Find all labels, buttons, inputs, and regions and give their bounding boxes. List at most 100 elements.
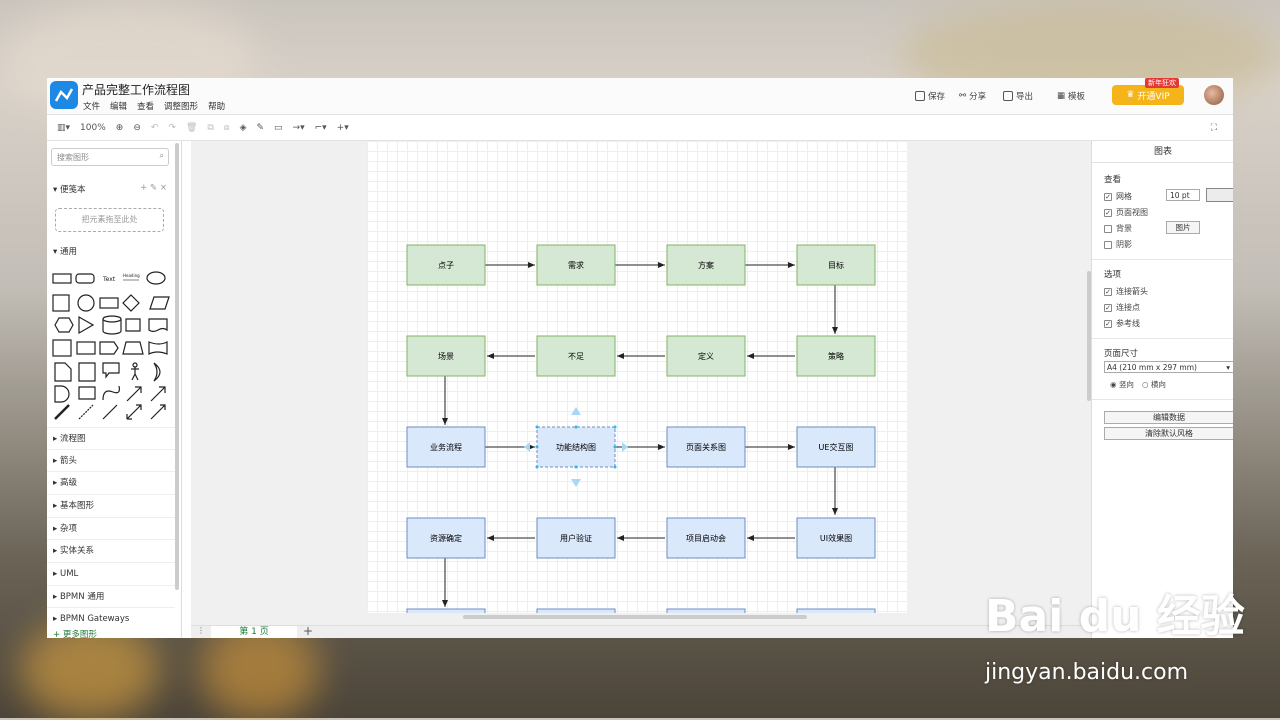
svg-text:UE交互图: UE交互图 <box>819 442 854 452</box>
menu-file[interactable]: 文件 <box>83 100 100 112</box>
grid-color-swatch[interactable] <box>1206 188 1233 202</box>
save-button[interactable]: 保存 <box>915 90 945 102</box>
panel-toggle-icon[interactable]: ▥▾ <box>57 123 70 133</box>
flow-node-blue[interactable]: 项目启动会 <box>666 517 746 559</box>
scratchpad-actions-icon[interactable]: + ✎ × <box>140 183 167 193</box>
search-icon: ⌕ <box>159 151 164 160</box>
background-checkbox[interactable]: 背景 <box>1104 223 1132 234</box>
canvas-area[interactable]: 点子 需求 方案 目标 场景 不足 定义 策略 业务流程 功能结构图 页面关系图… <box>191 141 1091 625</box>
flow-node-green[interactable]: 点子 <box>406 244 486 286</box>
delete-icon[interactable]: 🗑 <box>186 123 197 133</box>
vip-promo-badge: 新年狂欢 <box>1145 78 1179 88</box>
flow-node-blue[interactable]: UE交互图 <box>796 426 876 468</box>
app-logo <box>50 81 78 109</box>
checkbox-checked-icon: ✓ <box>1104 303 1112 312</box>
zoom-select[interactable]: 100% <box>80 123 106 133</box>
export-button[interactable]: 导出 <box>1003 90 1033 102</box>
flow-node-blue[interactable]: 业务流程 <box>406 426 486 468</box>
flow-node-blue[interactable]: 资源确定 <box>406 517 486 559</box>
left-panel-scrollbar[interactable] <box>175 143 179 590</box>
svg-text:不足: 不足 <box>568 352 584 361</box>
category-item[interactable]: ▸ BPMN 通用 <box>47 585 175 607</box>
svg-text:定义: 定义 <box>698 351 714 361</box>
flow-node-green[interactable]: 不足 <box>536 335 616 377</box>
flow-node-blue[interactable]: 页面关系图 <box>666 426 746 468</box>
category-item[interactable]: ▸ 高级 <box>47 471 175 493</box>
flow-node-blue[interactable]: UI效果图 <box>796 517 876 559</box>
scratchpad-header[interactable]: ▾ 便笺本 + ✎ × <box>47 183 175 195</box>
general-header[interactable]: ▾ 通用 <box>47 245 175 257</box>
shape-search-input[interactable]: 搜索图形 ⌕ <box>51 148 169 166</box>
svg-text:场景: 场景 <box>438 352 454 361</box>
connection-points-checkbox[interactable]: ✓ 连接点 <box>1104 302 1140 313</box>
flow-node-green[interactable]: 需求 <box>536 244 616 286</box>
paper-size-select[interactable]: A4 (210 mm x 297 mm) ▾ <box>1104 361 1233 373</box>
document-title[interactable]: 产品完整工作流程图 <box>82 81 190 98</box>
scratchpad-dropzone[interactable]: 把元素拖至此处 <box>55 208 164 232</box>
portrait-radio[interactable]: ◉ 竖向 <box>1110 379 1134 390</box>
menu-arrange[interactable]: 调整图形 <box>164 100 198 112</box>
avatar[interactable] <box>1204 85 1224 105</box>
flow-node-blue[interactable]: 用户验证 <box>536 517 616 559</box>
fill-color-icon[interactable]: ◈ <box>240 123 247 133</box>
guides-checkbox[interactable]: ✓ 参考线 <box>1104 318 1140 329</box>
waypoints-icon[interactable]: ⌐▾ <box>315 123 327 133</box>
flow-node-blue-selected[interactable]: 功能结构图 <box>524 407 628 487</box>
general-shapes-grid[interactable]: Text Heading <box>51 267 173 423</box>
to-back-icon[interactable]: ⧈ <box>224 123 230 133</box>
connection-arrows-checkbox[interactable]: ✓ 连接箭头 <box>1104 286 1148 297</box>
category-item[interactable]: ▸ 基本图形 <box>47 494 175 516</box>
grid-size-input[interactable]: 10 pt <box>1166 189 1200 201</box>
shadow-checkbox[interactable]: 阴影 <box>1104 239 1132 250</box>
grid-checkbox[interactable]: ✓ 网格 <box>1104 191 1132 202</box>
chevron-down-icon: ▾ <box>1226 363 1230 372</box>
add-page-icon[interactable]: + <box>303 624 313 638</box>
category-item[interactable]: ▸ UML <box>47 562 175 584</box>
more-shapes-button[interactable]: + 更多图形 <box>53 628 97 638</box>
flow-node-green[interactable]: 策略 <box>796 335 876 377</box>
edit-data-button[interactable]: 编辑数据 <box>1104 411 1233 424</box>
insert-icon[interactable]: +▾ <box>337 123 349 133</box>
page-menu-icon[interactable]: ⋮ <box>197 626 205 635</box>
canvas-horizontal-scrollbar[interactable] <box>463 615 807 619</box>
fullscreen-icon[interactable]: ⛶ <box>1211 123 1217 133</box>
flow-node-green[interactable]: 定义 <box>666 335 746 377</box>
diagram-page[interactable]: 点子 需求 方案 目标 场景 不足 定义 策略 业务流程 功能结构图 页面关系图… <box>367 141 907 613</box>
menu-help[interactable]: 帮助 <box>208 100 225 112</box>
connection-style-icon[interactable]: →▾ <box>293 123 305 133</box>
zoom-in-icon[interactable]: ⊕ <box>116 123 124 133</box>
category-item[interactable]: ▸ 流程图 <box>47 427 175 449</box>
menu-edit[interactable]: 编辑 <box>110 100 127 112</box>
undo-icon[interactable]: ↶ <box>151 123 159 133</box>
category-item[interactable]: ▸ 实体关系 <box>47 539 175 561</box>
svg-text:项目启动会: 项目启动会 <box>686 533 726 543</box>
shadow-icon[interactable]: ▭ <box>274 123 283 133</box>
flowchart[interactable]: 点子 需求 方案 目标 场景 不足 定义 策略 业务流程 功能结构图 页面关系图… <box>367 141 907 613</box>
menu-bar: 文件 编辑 查看 调整图形 帮助 <box>83 100 225 112</box>
redo-icon[interactable]: ↷ <box>168 123 176 133</box>
view-section-label: 查看 <box>1104 175 1122 185</box>
svg-text:资源确定: 资源确定 <box>430 533 462 543</box>
menu-view[interactable]: 查看 <box>137 100 154 112</box>
image-button[interactable]: 图片 <box>1166 221 1200 234</box>
to-front-icon[interactable]: ⧉ <box>207 123 213 133</box>
zoom-out-icon[interactable]: ⊖ <box>133 123 141 133</box>
flow-node-green[interactable]: 场景 <box>406 335 486 377</box>
category-item[interactable]: ▸ BPMN Gateways <box>47 607 175 629</box>
flow-node-green[interactable]: 目标 <box>796 244 876 286</box>
page-view-checkbox[interactable]: ✓ 页面视图 <box>1104 207 1148 218</box>
clear-default-style-button[interactable]: 清除默认风格 <box>1104 427 1233 440</box>
category-item[interactable]: ▸ 杂项 <box>47 517 175 539</box>
templates-button[interactable]: ▦ 模板 <box>1057 90 1085 102</box>
format-panel-title[interactable]: 图表 <box>1092 141 1233 163</box>
category-item[interactable]: ▸ 箭头 <box>47 449 175 471</box>
landscape-radio[interactable]: ○ 横向 <box>1142 379 1166 390</box>
format-panel: 图表 查看 ✓ 网格 10 pt ✓ 页面视图 背景 图片 阴影 选项 ✓ 连接箭头 … <box>1091 141 1233 638</box>
flow-node-green[interactable]: 方案 <box>666 244 746 286</box>
page-tab[interactable]: 第 1 页 <box>211 626 297 638</box>
share-button[interactable]: ⚯ 分享 <box>959 90 986 102</box>
checkbox-checked-icon: ✓ <box>1104 208 1112 217</box>
vip-button[interactable]: ♛ 开通VIP <box>1112 85 1184 105</box>
line-color-icon[interactable]: ✎ <box>256 123 264 133</box>
svg-text:策略: 策略 <box>828 351 844 361</box>
